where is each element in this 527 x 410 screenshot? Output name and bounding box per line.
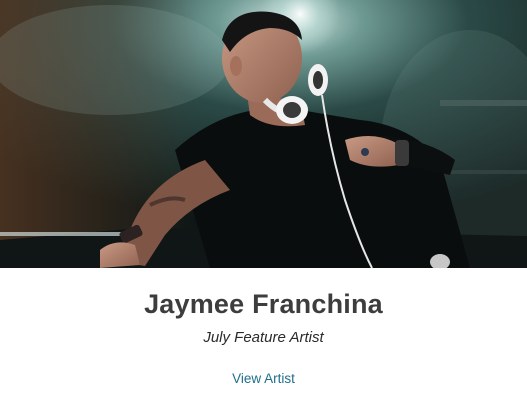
view-artist-link-label[interactable]: View Artist [232,371,295,386]
artist-photo[interactable] [0,0,527,268]
view-artist-link[interactable]: View Artist [0,371,527,386]
feature-artist-card: Jaymee Franchina July Feature Artist Vie… [0,0,527,410]
dj-photo-illustration [0,0,527,268]
artist-subtitle: July Feature Artist [203,329,324,346]
artist-name: Jaymee Franchina [144,289,383,319]
